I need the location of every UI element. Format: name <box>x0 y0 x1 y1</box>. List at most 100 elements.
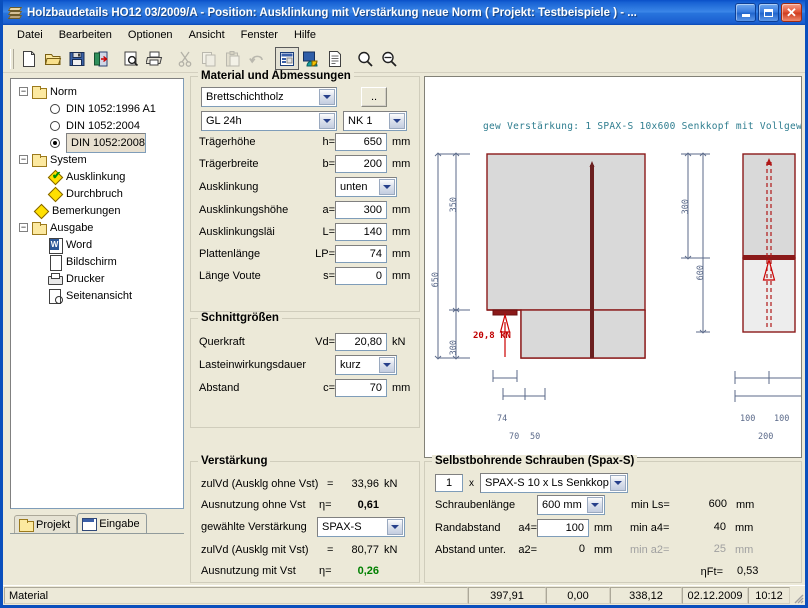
app-icon <box>7 5 23 21</box>
print-preview-button[interactable] <box>119 47 143 70</box>
traegerhoehe-input[interactable]: 650 <box>335 133 387 151</box>
new-button[interactable] <box>17 47 41 70</box>
copy-button[interactable] <box>197 47 221 70</box>
print-button[interactable] <box>143 47 167 70</box>
lasteinwirkungsdauer-select[interactable]: kurz <box>335 355 397 375</box>
randabstand-input[interactable]: 100 <box>537 519 589 537</box>
input-form-button[interactable] <box>275 47 299 70</box>
minimize-button[interactable] <box>735 3 756 22</box>
maximize-button[interactable] <box>758 3 779 22</box>
zoom-out-button[interactable] <box>377 47 401 70</box>
close-button[interactable]: ✕ <box>781 3 802 22</box>
menu-fenster[interactable]: Fenster <box>233 27 286 43</box>
tree-node-drucker[interactable]: Drucker <box>17 270 183 287</box>
dim-upper-350: 350 <box>449 197 459 213</box>
menu-ansicht[interactable]: Ansicht <box>181 27 233 43</box>
schnittgroessen-group: Schnittgrößen Querkraft Vd= 20,80 kN Las… <box>190 312 420 428</box>
window-resize-grip[interactable] <box>790 587 804 604</box>
menu-bearbeiten[interactable]: Bearbeiten <box>51 27 120 43</box>
screw-count-input[interactable]: 1 <box>435 474 463 492</box>
tree-node-word[interactable]: Word <box>17 236 183 254</box>
chevron-down-icon[interactable] <box>587 497 603 513</box>
radio-on-icon[interactable] <box>47 135 63 151</box>
tree-node-din-1996[interactable]: DIN 1052:1996 A1 <box>17 100 183 117</box>
row-label: Plattenlänge <box>199 248 261 260</box>
laenge-voute-input[interactable]: 0 <box>335 267 387 285</box>
material-type-select[interactable]: Brettschichtholz <box>201 87 337 107</box>
material-browse-button[interactable]: .. <box>361 87 387 107</box>
row-symbol: L= <box>322 226 335 238</box>
tree-node-seitenansicht[interactable]: Seitenansicht <box>17 287 183 304</box>
row-unit: mm <box>594 522 613 534</box>
plattenlaenge-input[interactable]: 74 <box>335 245 387 263</box>
chevron-down-icon[interactable] <box>319 113 335 129</box>
chevron-down-icon[interactable] <box>379 357 395 373</box>
chevron-down-icon[interactable] <box>379 179 395 195</box>
tree-node-durchbruch[interactable]: Durchbruch <box>17 185 183 202</box>
row-traegerbreite: Trägerbreite b= 200 mm <box>191 153 419 175</box>
row-eta-ft: ηFt= 0,53 <box>425 561 801 583</box>
chevron-down-icon[interactable] <box>319 89 335 105</box>
service-class-select[interactable]: NK 1 <box>343 111 407 131</box>
expander-ausgabe[interactable]: − <box>19 223 28 232</box>
tab-projekt[interactable]: Projekt <box>14 515 78 533</box>
zoom-in-button[interactable] <box>353 47 377 70</box>
expander-system[interactable]: − <box>19 155 28 164</box>
chevron-down-icon[interactable] <box>387 519 403 535</box>
radio-off-icon[interactable] <box>47 101 63 117</box>
cut-button[interactable] <box>173 47 197 70</box>
row-zulvd-mit: zulVd (Ausklg mit Vst) = 80,77 kN <box>191 539 419 560</box>
dim-total-height-650: 650 <box>431 272 441 288</box>
verstaerkung-select[interactable]: SPAX-S <box>317 517 405 537</box>
tree-node-norm[interactable]: − Norm <box>17 83 183 100</box>
save-button[interactable] <box>65 47 89 70</box>
exit-button[interactable] <box>89 47 113 70</box>
ausklinkung-select[interactable]: unten <box>335 177 397 197</box>
row-label: Ausklinkungshöhe <box>199 204 289 216</box>
row-unit: kN <box>384 477 398 490</box>
radio-off-icon[interactable] <box>47 118 63 134</box>
row-label: Ausnutzung ohne Vst <box>201 498 306 511</box>
screw-type-select[interactable]: SPAX-S 10 x Ls Senkkop <box>480 473 628 493</box>
ausklinkungslaenge-input[interactable]: 140 <box>335 223 387 241</box>
schraubenlaenge-select[interactable]: 600 mm <box>537 495 605 515</box>
menu-optionen[interactable]: Optionen <box>120 27 181 43</box>
tab-eingabe[interactable]: Eingabe <box>77 513 147 533</box>
row-traegerhoehe: Trägerhöhe h= 650 mm <box>191 131 419 153</box>
querkraft-input[interactable]: 20,80 <box>335 333 387 351</box>
expander-norm[interactable]: − <box>19 87 28 96</box>
menu-datei[interactable]: Datei <box>9 27 51 43</box>
menu-hilfe[interactable]: Hilfe <box>286 27 324 43</box>
tree-label: Drucker <box>66 272 105 285</box>
tree-node-system[interactable]: − System <box>17 151 183 168</box>
tree-node-bemerkungen[interactable]: Bemerkungen <box>17 202 183 219</box>
tree-view[interactable]: − Norm DIN 1052:1996 A1 DIN 1052:2004 DI… <box>10 78 184 509</box>
tree-node-ausklinkung[interactable]: Ausklinkung <box>17 168 183 185</box>
toolbar <box>3 45 805 73</box>
tree-node-din-2004[interactable]: DIN 1052:2004 <box>17 117 183 134</box>
document-button[interactable] <box>323 47 347 70</box>
traegerbreite-input[interactable]: 200 <box>335 155 387 173</box>
tree-label: Ausklinkung <box>66 170 126 183</box>
tree-node-ausgabe[interactable]: − Ausgabe <box>17 219 183 236</box>
graphics-button[interactable] <box>299 47 323 70</box>
ausklinkungshoehe-input[interactable]: 300 <box>335 201 387 219</box>
tree-node-bildschirm[interactable]: Bildschirm <box>17 253 183 271</box>
chevron-down-icon[interactable] <box>389 113 405 129</box>
chevron-down-icon[interactable] <box>610 475 626 491</box>
paste-button[interactable] <box>221 47 245 70</box>
open-button[interactable] <box>41 47 65 70</box>
undo-button[interactable] <box>245 47 269 70</box>
toolbar-grip[interactable] <box>10 48 14 69</box>
row-label: Abstand unter. <box>435 544 506 556</box>
row-ausklinkungshoehe: Ausklinkungshöhe a= 300 mm <box>191 199 419 221</box>
min-a2-label: min a2= <box>630 544 670 556</box>
main-body: − Norm DIN 1052:1996 A1 DIN 1052:2004 DI… <box>3 70 805 585</box>
eta-ft-label: ηFt= <box>700 566 723 578</box>
dim-b-50: 50 <box>530 432 541 442</box>
tree-node-din-2008[interactable]: DIN 1052:2008 <box>17 132 183 153</box>
abstand-input[interactable]: 70 <box>335 379 387 397</box>
row-label: Trägerhöhe <box>199 136 256 148</box>
drawing-canvas[interactable]: gew Verstärkung: 1 SPAX-S 10x600 Senkkop… <box>424 76 802 458</box>
material-grade-select[interactable]: GL 24h <box>201 111 337 131</box>
